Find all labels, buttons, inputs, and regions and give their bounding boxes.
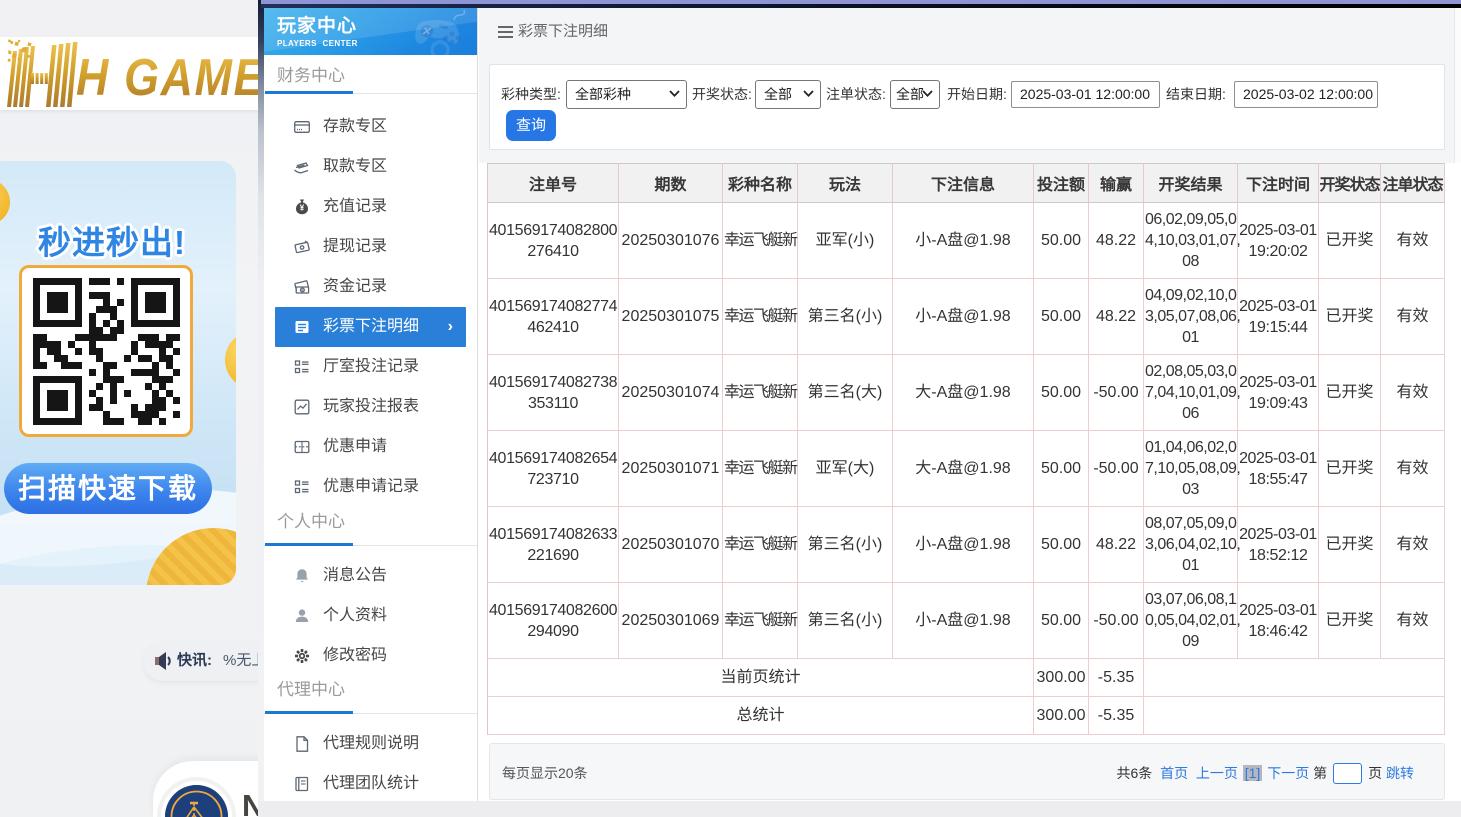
svg-text:H GAME: H GAME	[76, 49, 259, 107]
svg-text:¥: ¥	[300, 204, 305, 213]
